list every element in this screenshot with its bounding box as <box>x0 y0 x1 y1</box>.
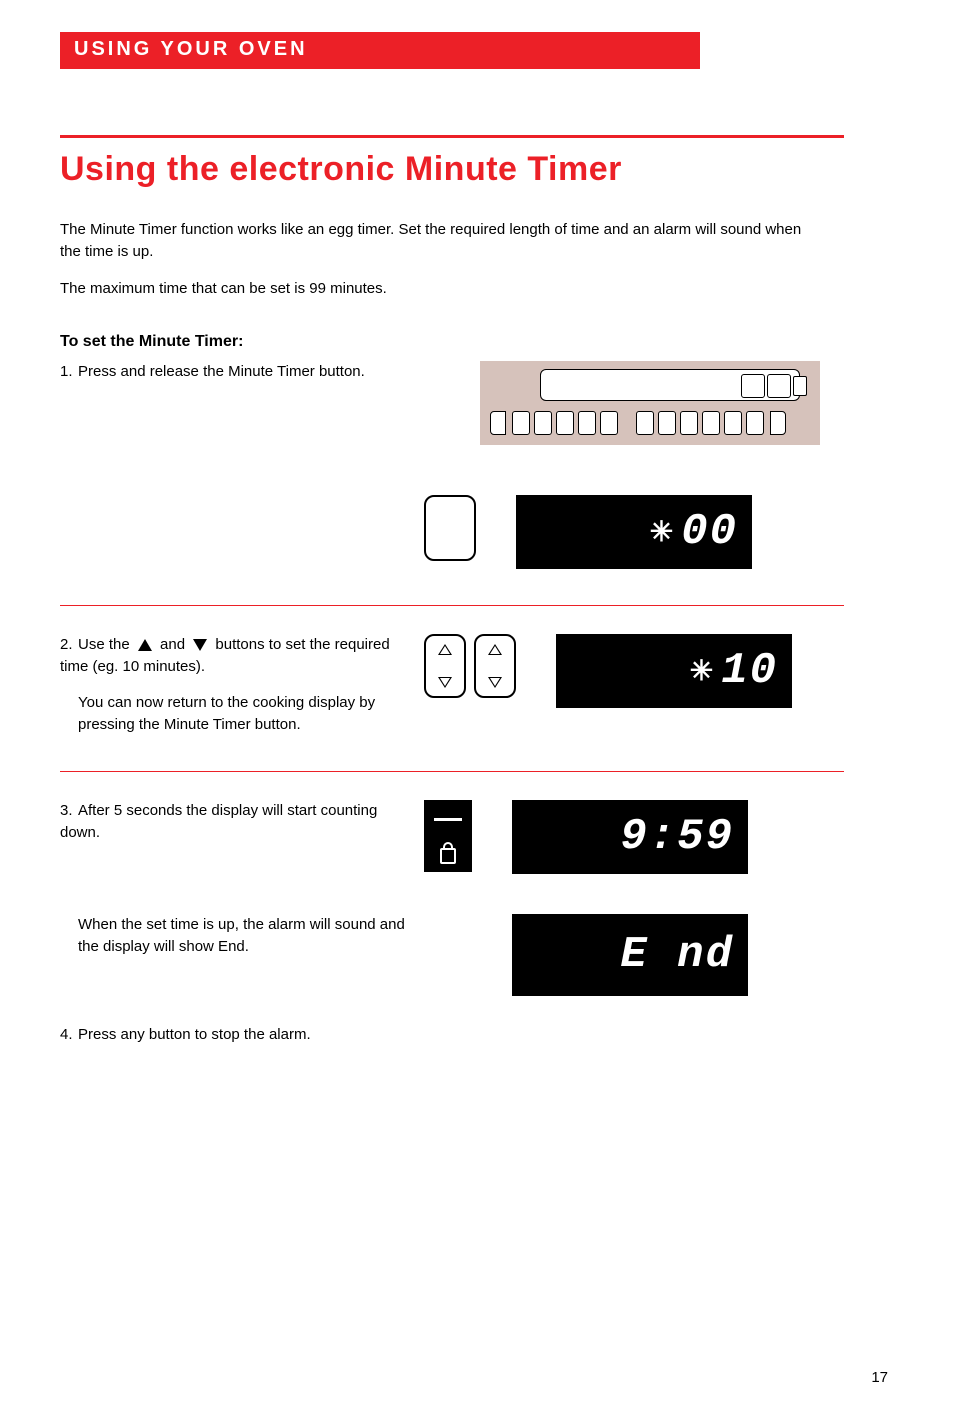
control-panel-illustration <box>480 361 820 445</box>
page-title: Using the electronic Minute Timer <box>60 150 894 189</box>
step-2-text: 2.Use the and buttons to set the require… <box>60 634 410 735</box>
step-2-number: 2. <box>60 634 78 656</box>
minute-timer-button-icon <box>424 495 476 561</box>
step-3: 3.After 5 seconds the display will start… <box>60 800 844 996</box>
step-3-number: 3. <box>60 800 78 822</box>
display-countdown: 9:59 <box>512 800 748 874</box>
step-4-text: 4.Press any button to stop the alarm. <box>60 1024 410 1046</box>
step-1-text: 1.Press and release the Minute Timer but… <box>60 361 410 383</box>
down-arrow-icon <box>193 639 207 651</box>
intro-paragraph-1: The Minute Timer function works like an … <box>60 219 820 263</box>
step-1-graphics: ✳ 00 <box>60 495 844 569</box>
starburst-icon: ✳ <box>690 654 715 689</box>
subheading: To set the Minute Timer: <box>60 333 894 351</box>
display-00: ✳ 00 <box>516 495 752 569</box>
step-3-after: When the set time is up, the alarm will … <box>60 914 410 958</box>
arrow-button <box>424 634 466 698</box>
intro-paragraph-2: The maximum time that can be set is 99 m… <box>60 278 820 300</box>
up-down-buttons <box>424 634 516 698</box>
starburst-icon: ✳ <box>650 515 675 550</box>
step-4: 4.Press any button to stop the alarm. <box>60 1024 844 1046</box>
divider <box>60 771 844 772</box>
display-end: E nd <box>512 914 748 996</box>
up-arrow-icon <box>138 639 152 651</box>
arrow-button <box>474 634 516 698</box>
step-2-after: You can now return to the cooking displa… <box>60 692 410 736</box>
step-2: 2.Use the and buttons to set the require… <box>60 634 844 735</box>
step-1-number: 1. <box>60 361 78 383</box>
lock-indicator-icon <box>424 800 472 872</box>
title-rule <box>60 135 844 138</box>
divider <box>60 605 844 606</box>
display-10: ✳ 10 <box>556 634 792 708</box>
step-3-text: 3.After 5 seconds the display will start… <box>60 800 410 957</box>
step-4-number: 4. <box>60 1024 78 1046</box>
lock-icon <box>440 848 456 864</box>
step-1: 1.Press and release the Minute Timer but… <box>60 361 844 445</box>
chapter-heading: USING YOUR OVEN <box>60 32 700 69</box>
